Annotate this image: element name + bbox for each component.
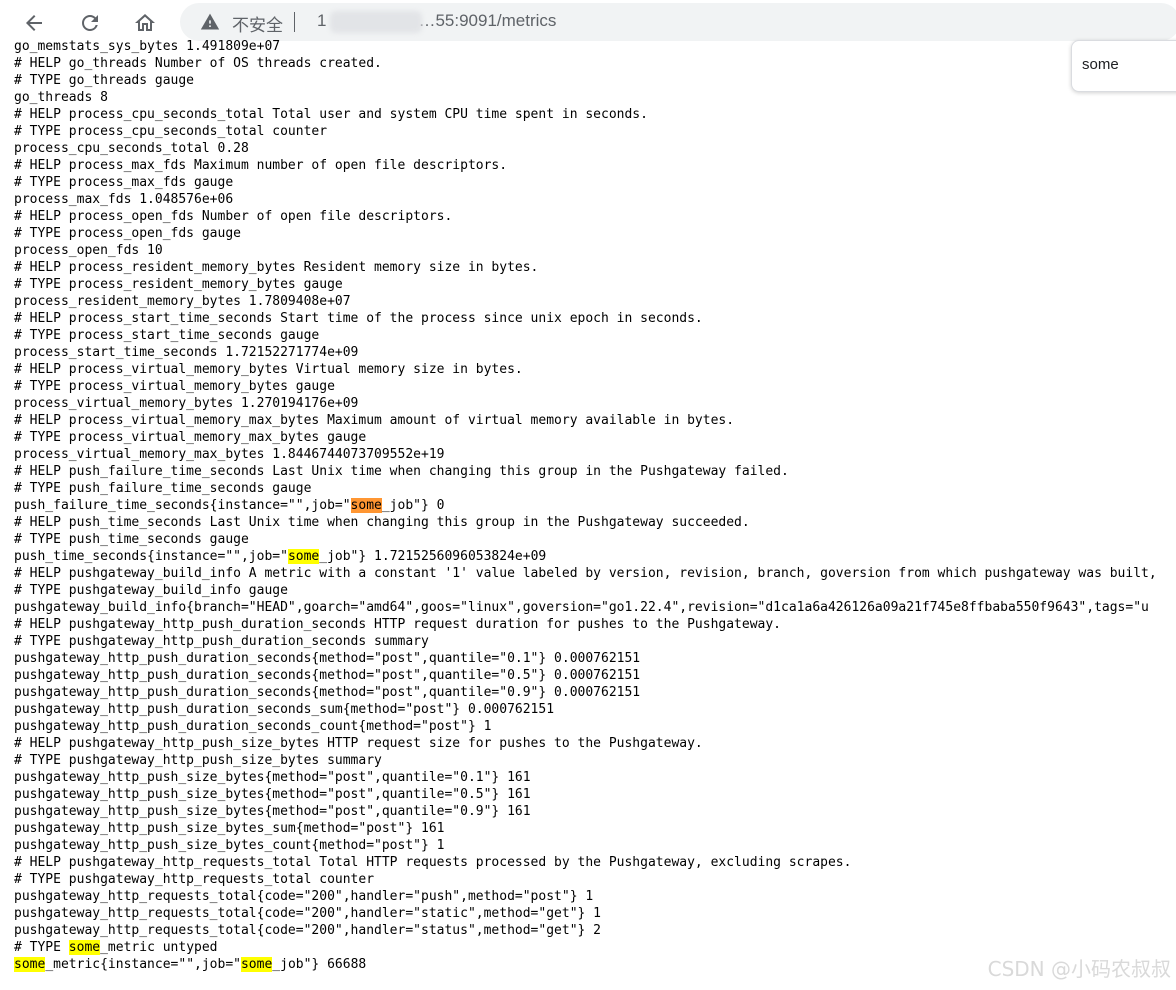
home-icon <box>135 14 155 31</box>
metrics-line: # HELP pushgateway_http_push_size_bytes … <box>14 736 703 751</box>
warning-triangle-icon <box>200 13 220 30</box>
find-in-page-bar: some <box>1071 40 1176 92</box>
metrics-line: # TYPE push_failure_time_seconds gauge <box>14 481 312 496</box>
metrics-line: pushgateway_http_push_size_bytes_sum{met… <box>14 821 445 836</box>
metrics-line: pushgateway_http_push_size_bytes{method=… <box>14 804 531 819</box>
metrics-line: pushgateway_http_push_duration_seconds{m… <box>14 651 641 666</box>
metrics-line: process_start_time_seconds 1.72152271774… <box>14 345 359 360</box>
metrics-line: # TYPE process_virtual_memory_max_bytes … <box>14 430 367 445</box>
metrics-line: # HELP process_open_fds Number of open f… <box>14 209 453 224</box>
metrics-line: pushgateway_http_push_duration_seconds{m… <box>14 668 641 683</box>
metrics-line: # TYPE pushgateway_http_requests_total c… <box>14 872 375 887</box>
metrics-line: # TYPE pushgateway_http_push_size_bytes … <box>14 753 382 768</box>
metrics-line: process_virtual_memory_max_bytes 1.84467… <box>14 447 445 462</box>
metrics-line: push_failure_time_seconds{instance="",jo… <box>14 498 445 513</box>
metrics-line: process_max_fds 1.048576e+06 <box>14 192 234 207</box>
metrics-line: # HELP go_threads Number of OS threads c… <box>14 56 382 71</box>
metrics-line: # TYPE process_cpu_seconds_total counter <box>14 124 328 139</box>
metrics-line: pushgateway_http_push_size_bytes{method=… <box>14 770 531 785</box>
metrics-line: pushgateway_http_push_duration_seconds{m… <box>14 685 641 700</box>
metrics-line: # HELP process_max_fds Maximum number of… <box>14 158 508 173</box>
metrics-text: go_memstats_sys_bytes 1.491809e+07 # HEL… <box>14 38 1174 973</box>
metrics-line: # HELP process_start_time_seconds Start … <box>14 311 703 326</box>
metrics-line: # TYPE process_open_fds gauge <box>14 226 241 241</box>
metrics-line: pushgateway_http_push_size_bytes_count{m… <box>14 838 445 853</box>
metrics-line: pushgateway_http_push_duration_seconds_c… <box>14 719 492 734</box>
metrics-line: # HELP pushgateway_http_requests_total T… <box>14 855 852 870</box>
metrics-line: # HELP pushgateway_build_info A metric w… <box>14 566 1157 581</box>
metrics-line: some_metric{instance="",job="some_job"} … <box>14 957 367 972</box>
back-button[interactable] <box>17 6 51 40</box>
metrics-line: # HELP pushgateway_http_push_duration_se… <box>14 617 782 632</box>
metrics-line: go_memstats_sys_bytes 1.491809e+07 <box>14 39 281 54</box>
find-input[interactable]: some <box>1082 56 1176 73</box>
metrics-line: process_cpu_seconds_total 0.28 <box>14 141 249 156</box>
metrics-line: # TYPE pushgateway_http_push_duration_se… <box>14 634 429 649</box>
reload-icon <box>82 14 98 31</box>
metrics-line: # TYPE pushgateway_build_info gauge <box>14 583 288 598</box>
metrics-line: # TYPE process_virtual_memory_bytes gaug… <box>14 379 335 394</box>
metrics-line: # TYPE process_resident_memory_bytes gau… <box>14 277 343 292</box>
security-status-label[interactable]: 不安全 <box>232 11 283 36</box>
metrics-line: pushgateway_http_requests_total{code="20… <box>14 889 594 904</box>
metrics-line: pushgateway_http_requests_total{code="20… <box>14 906 601 921</box>
home-button[interactable] <box>128 6 162 40</box>
reload-button[interactable] <box>73 6 107 40</box>
metrics-line: pushgateway_http_requests_total{code="20… <box>14 923 601 938</box>
metrics-line: # HELP process_virtual_memory_max_bytes … <box>14 413 735 428</box>
search-match: some <box>240 957 273 972</box>
metrics-line: # HELP process_cpu_seconds_total Total u… <box>14 107 648 122</box>
metrics-line: # HELP push_time_seconds Last Unix time … <box>14 515 750 530</box>
metrics-line: # TYPE process_max_fds gauge <box>14 175 234 190</box>
metrics-line: # HELP process_resident_memory_bytes Res… <box>14 260 539 275</box>
metrics-line: go_threads 8 <box>14 90 108 105</box>
metrics-line: push_time_seconds{instance="",job="some_… <box>14 549 547 564</box>
watermark: CSDN @小码农叔叔 <box>987 957 1171 981</box>
metrics-line: # HELP process_virtual_memory_bytes Virt… <box>14 362 523 377</box>
search-match: some <box>14 957 46 972</box>
address-divider <box>294 12 295 32</box>
metrics-line: # HELP push_failure_time_seconds Last Un… <box>14 464 789 479</box>
metrics-line: pushgateway_http_push_duration_seconds_s… <box>14 702 555 717</box>
metrics-line: process_resident_memory_bytes 1.7809408e… <box>14 294 351 309</box>
metrics-line: # TYPE go_threads gauge <box>14 73 195 88</box>
url-host-end: …55:9091/metrics <box>418 11 557 30</box>
address-bar[interactable]: 不安全 1 …55:9091/metrics <box>180 3 1176 41</box>
url-redaction-blur <box>330 11 422 33</box>
metrics-line: pushgateway_http_push_size_bytes{method=… <box>14 787 531 802</box>
metrics-line: process_open_fds 10 <box>14 243 163 258</box>
metrics-line: process_virtual_memory_bytes 1.270194176… <box>14 396 359 411</box>
search-match-active: some <box>350 498 382 513</box>
search-match: some <box>287 549 320 564</box>
url-host-start: 1 <box>317 11 327 30</box>
metrics-line: # TYPE push_time_seconds gauge <box>14 532 249 547</box>
arrow-left-icon <box>26 15 42 31</box>
metrics-line: # TYPE some_metric untyped <box>14 940 218 955</box>
page-content: go_memstats_sys_bytes 1.491809e+07 # HEL… <box>14 38 1174 988</box>
metrics-line: pushgateway_build_info{branch="HEAD",goa… <box>14 600 1149 615</box>
metrics-line: # TYPE process_start_time_seconds gauge <box>14 328 320 343</box>
search-match: some <box>68 940 101 955</box>
